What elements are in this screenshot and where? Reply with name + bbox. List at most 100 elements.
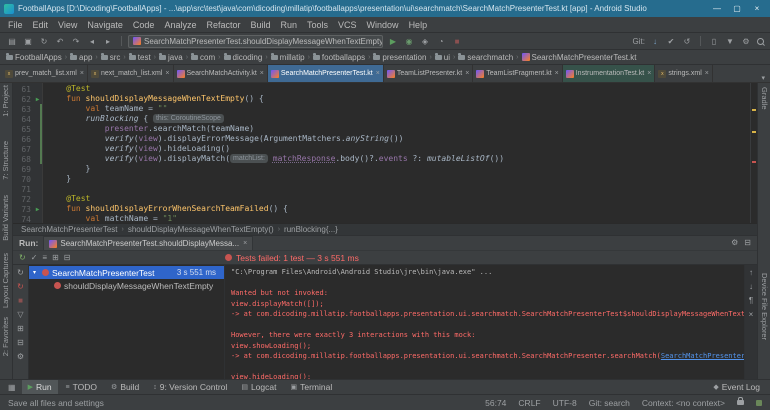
error-stripe-mark[interactable] — [752, 109, 756, 111]
avd-manager-icon[interactable]: ▯ — [707, 35, 721, 48]
tool-window-button-build-variants[interactable]: Build Variants — [1, 195, 10, 241]
rerun-failed-icon[interactable]: ↻ — [17, 282, 24, 292]
inspection-indicator-icon[interactable] — [756, 399, 762, 406]
forward-icon[interactable]: ▸ — [101, 35, 115, 48]
breadcrumb-item[interactable]: footballapps — [312, 52, 365, 62]
tool-window-switcher-icon[interactable]: ▦ — [4, 383, 20, 392]
editor-tab-strings-xml[interactable]: x strings.xml × — [655, 65, 713, 82]
collapse-all-icon[interactable]: ⊟ — [17, 338, 24, 348]
tool-window-button-terminal[interactable]: ▣ Terminal — [284, 380, 338, 395]
test-tree-item[interactable]: shouldDisplayMessageWhenTextEmpty — [29, 279, 224, 292]
editor-breadcrumb-item[interactable]: shouldDisplayMessageWhenTextEmpty() — [128, 225, 274, 234]
settings-icon[interactable]: ⚙ — [731, 238, 738, 248]
git-commit-icon[interactable]: ✔ — [664, 35, 678, 48]
breadcrumb-item[interactable]: FootballApps — [6, 52, 62, 62]
run-test-icon[interactable]: ▶ — [33, 206, 42, 213]
menu-navigate[interactable]: Navigate — [82, 20, 128, 30]
breadcrumb-item[interactable]: dicoding — [223, 52, 262, 62]
editor-tab-searchmatchpresentertest-kt[interactable]: SearchMatchPresenterTest.kt × — [267, 65, 384, 82]
settings-icon[interactable]: ⚙ — [739, 35, 753, 48]
open-icon[interactable]: ▤ — [5, 35, 19, 48]
status-56-74[interactable]: 56:74 — [485, 398, 506, 408]
close-button[interactable]: × — [748, 1, 766, 16]
menu-view[interactable]: View — [53, 20, 82, 30]
hidden-tabs-icon[interactable]: ▾ — [756, 74, 770, 82]
test-tree[interactable]: ▾ SearchMatchPresenterTest 3 s 551 ms shoul… — [29, 265, 224, 379]
run-test-icon[interactable]: ▶ — [33, 96, 42, 103]
test-tree-item[interactable]: ▾ SearchMatchPresenterTest 3 s 551 ms — [29, 266, 224, 279]
editor-tab-prev-match-list-xml[interactable]: x prev_match_list.xml × — [2, 65, 88, 82]
tool-window-button-2-favorites[interactable]: 2: Favorites — [1, 317, 10, 356]
expand-all-icon[interactable]: ⊞ — [52, 253, 59, 263]
error-stripe-mark[interactable] — [752, 161, 756, 163]
breadcrumb-item[interactable]: SearchMatchPresenterTest.kt — [521, 53, 636, 62]
tool-window-button-todo[interactable]: ≡ TODO — [60, 380, 104, 395]
editor-tab-searchmatchactivity-kt[interactable]: SearchMatchActivity.kt × — [174, 65, 268, 82]
maximize-button[interactable]: ▢ — [728, 1, 746, 16]
menu-window[interactable]: Window — [362, 20, 404, 30]
editor-tab-teamlistpresenter-kt[interactable]: TeamListPresenter.kt × — [384, 65, 474, 82]
profiler-icon[interactable]: ◔ — [434, 35, 448, 48]
save-all-icon[interactable]: ▣ — [21, 35, 35, 48]
menu-analyze[interactable]: Analyze — [159, 20, 201, 30]
stack-trace-link[interactable]: SearchMatchPresenter.kt:15 — [661, 352, 744, 360]
tool-window-button-event-log[interactable]: ◆ Event Log — [707, 380, 766, 395]
close-icon[interactable]: × — [465, 70, 469, 77]
git-update-icon[interactable]: ↓ — [648, 35, 662, 48]
menu-vcs[interactable]: VCS — [333, 20, 362, 30]
rerun-icon[interactable]: ↻ — [17, 268, 24, 278]
redo-icon[interactable]: ↷ — [69, 35, 83, 48]
menu-run[interactable]: Run — [276, 20, 303, 30]
sync-icon[interactable]: ↻ — [37, 35, 51, 48]
menu-file[interactable]: File — [3, 20, 28, 30]
editor-tab-teamlistfragment-kt[interactable]: TeamListFragment.kt × — [473, 65, 563, 82]
stop-icon[interactable]: ■ — [450, 35, 464, 48]
close-icon[interactable]: × — [705, 70, 709, 77]
menu-help[interactable]: Help — [404, 20, 433, 30]
sdk-manager-icon[interactable]: ▼ — [723, 35, 737, 48]
tool-window-button-build[interactable]: ⚙ Build — [105, 380, 145, 395]
tool-window-button-logcat[interactable]: ▤ Logcat — [235, 380, 282, 395]
status-git-search[interactable]: Git: search — [589, 398, 630, 408]
breadcrumb-item[interactable]: ui — [434, 52, 450, 62]
coverage-icon[interactable]: ◈ — [418, 35, 432, 48]
menu-edit[interactable]: Edit — [28, 20, 54, 30]
editor-breadcrumb-item[interactable]: SearchMatchPresenterTest — [21, 225, 118, 234]
git-revert-icon[interactable]: ↺ — [680, 35, 694, 48]
close-icon[interactable]: × — [243, 240, 247, 247]
back-icon[interactable]: ◂ — [85, 35, 99, 48]
error-stripe-mark[interactable] — [752, 131, 756, 133]
menu-code[interactable]: Code — [128, 20, 160, 30]
breadcrumb-item[interactable]: app — [70, 52, 92, 62]
breadcrumb-item[interactable]: millatip — [270, 52, 305, 62]
lock-icon[interactable] — [737, 397, 744, 405]
status-utf-8[interactable]: UTF-8 — [553, 398, 577, 408]
status-context-no-context[interactable]: Context: <no context> — [642, 398, 725, 408]
breadcrumb-item[interactable]: com — [191, 52, 215, 62]
scroll-up-icon[interactable]: ↑ — [749, 268, 753, 278]
tool-window-button-run[interactable]: ▶ Run — [21, 379, 58, 395]
tool-window-button-1-project[interactable]: 1: Project — [1, 85, 10, 117]
menu-refactor[interactable]: Refactor — [201, 20, 245, 30]
run-configuration-select[interactable]: SearchMatchPresenterTest.shouldDisplayMe… — [128, 34, 383, 48]
breadcrumb-item[interactable]: searchmatch — [458, 52, 513, 62]
menu-tools[interactable]: Tools — [302, 20, 333, 30]
debug-icon[interactable]: ◉ — [402, 35, 416, 48]
breadcrumb-item[interactable]: test — [128, 52, 151, 62]
collapse-all-icon[interactable]: ⊟ — [64, 253, 71, 263]
undo-icon[interactable]: ↶ — [53, 35, 67, 48]
settings-icon[interactable]: ⚙ — [17, 352, 24, 362]
tool-window-button-gradle[interactable]: Gradle — [760, 87, 769, 110]
breadcrumb-item[interactable]: presentation — [373, 52, 426, 62]
tool-window-button-layout-captures[interactable]: Layout Captures — [1, 253, 10, 308]
sort-icon[interactable]: ≡ — [42, 253, 47, 263]
hide-panel-icon[interactable]: ⊟ — [744, 238, 751, 248]
close-icon[interactable]: × — [80, 70, 84, 77]
close-icon[interactable]: × — [376, 70, 380, 77]
breadcrumb-item[interactable]: src — [100, 52, 120, 62]
expand-all-icon[interactable]: ⊞ — [17, 324, 24, 334]
breadcrumb-item[interactable]: java — [159, 52, 183, 62]
stop-icon[interactable]: ■ — [18, 296, 23, 306]
editor-tab-instrumentationtest-kt[interactable]: InstrumentationTest.kt × — [562, 65, 656, 82]
run-icon[interactable]: ▶ — [386, 35, 400, 48]
